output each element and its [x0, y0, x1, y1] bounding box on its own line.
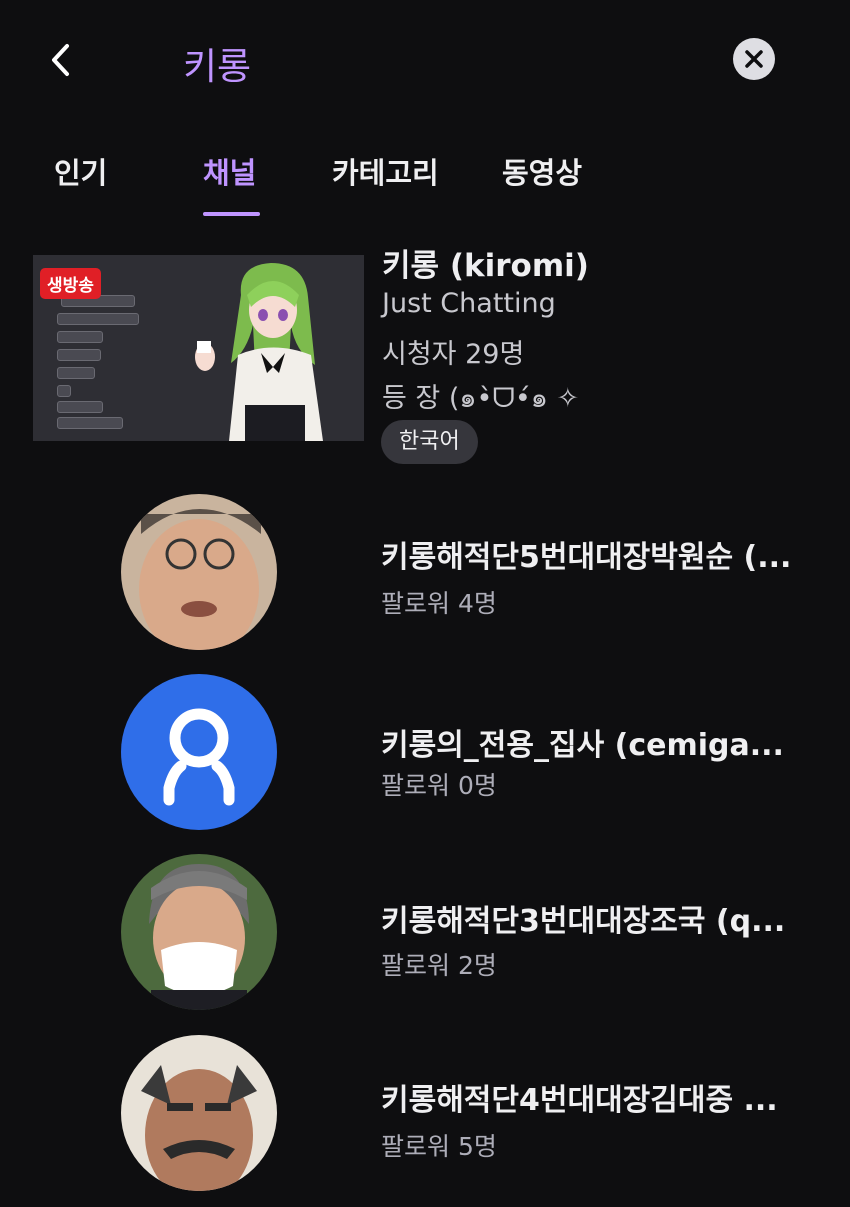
avatar: [121, 854, 277, 1010]
channel-name: 키롱해적단4번대대장김대중 ...: [381, 1083, 778, 1118]
clear-search-button[interactable]: [733, 38, 775, 80]
live-badge: 생방송: [40, 268, 101, 299]
viewer-count: 시청자 29명: [382, 339, 525, 370]
follower-count: 팔로워 5명: [381, 1132, 497, 1161]
avatar: [121, 494, 277, 650]
channel-name: 키롱해적단3번대대장조국 (q...: [381, 904, 786, 939]
stream-title: 등 장 (๑•̀ᗜ•́๑ ✧: [382, 383, 580, 414]
live-category[interactable]: Just Chatting: [382, 288, 556, 319]
channel-name: 키롱해적단5번대대장박원순 (...: [381, 540, 792, 575]
tab-channels[interactable]: 채널: [203, 150, 256, 192]
follower-count: 팔로워 2명: [381, 951, 497, 980]
channel-row[interactable]: 키롱해적단5번대대장박원순 (... 팔로워 4명: [0, 490, 850, 660]
active-tab-indicator: [203, 212, 260, 216]
live-channel-name: 키롱 (kiromi): [382, 248, 589, 284]
default-user-icon: [163, 708, 235, 806]
avatar: [121, 674, 277, 830]
search-tabs: 인기 채널 카테고리 동영상: [0, 140, 850, 220]
back-button[interactable]: [40, 38, 80, 82]
follower-count: 팔로워 4명: [381, 589, 497, 618]
tab-videos[interactable]: 동영상: [502, 150, 582, 192]
language-tag[interactable]: 한국어: [381, 420, 478, 464]
live-stream-card[interactable]: 생방송 키롱 (kiromi) Just Chatting 시청자 29명 등 …: [0, 238, 850, 468]
avatar: [121, 1035, 277, 1191]
follower-count: 팔로워 0명: [381, 771, 497, 800]
search-header: 키롱: [0, 0, 850, 120]
channel-name: 키롱의_전용_집사 (cemiga...: [381, 728, 784, 763]
channel-row[interactable]: 키롱해적단3번대대장조국 (q... 팔로워 2명: [0, 852, 850, 1022]
stream-thumbnail[interactable]: 생방송: [33, 255, 364, 441]
tab-categories[interactable]: 카테고리: [332, 150, 439, 192]
search-input[interactable]: 키롱: [183, 36, 251, 90]
tab-popular[interactable]: 인기: [54, 150, 107, 192]
back-chevron-icon: [52, 44, 69, 76]
channel-row[interactable]: 키롱해적단4번대대장김대중 ... 팔로워 5명: [0, 1033, 850, 1203]
clear-icon: [745, 50, 763, 68]
channel-row[interactable]: 키롱의_전용_집사 (cemiga... 팔로워 0명: [0, 670, 850, 840]
